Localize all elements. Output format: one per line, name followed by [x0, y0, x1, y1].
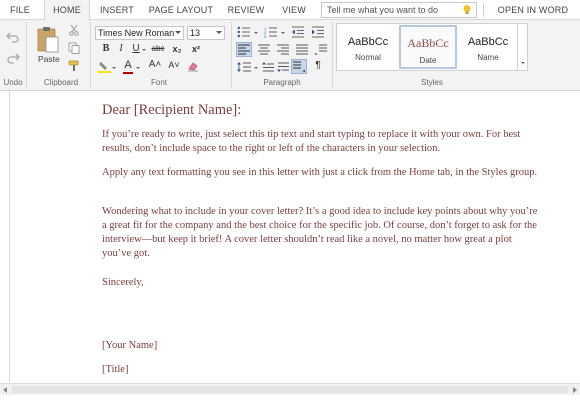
svg-text:3: 3: [264, 34, 267, 38]
undo-group-label: Undo: [3, 78, 23, 87]
space-before-icon[interactable]: [262, 61, 274, 73]
align-right-icon[interactable]: [277, 44, 289, 55]
superscript-button[interactable]: x²: [189, 42, 203, 56]
body-paragraph[interactable]: Apply any text formatting you see in thi…: [102, 166, 542, 180]
redo-icon[interactable]: [6, 52, 20, 64]
styles-more-button[interactable]: [517, 24, 527, 70]
paragraph-group-label: Paragraph: [263, 78, 301, 87]
font-color-button[interactable]: A: [121, 58, 135, 72]
body-paragraph[interactable]: If you’re ready to write, just select th…: [102, 128, 542, 156]
chevron-down-icon[interactable]: [281, 32, 285, 34]
style-name-item[interactable]: AaBbCc Name: [459, 25, 517, 69]
chevron-down-icon: [175, 31, 181, 34]
font-name-select[interactable]: Times New Roman: [95, 26, 184, 40]
salutation[interactable]: Dear [Recipient Name]:: [102, 102, 241, 119]
style-name: Name: [477, 53, 499, 62]
clipboard-group-label: Clipboard: [43, 78, 79, 87]
undo-icon[interactable]: [6, 31, 20, 43]
style-name: Date: [419, 56, 437, 65]
highlight-icon[interactable]: [98, 61, 111, 73]
tell-me-search-box[interactable]: Tell me what you want to do: [321, 2, 477, 18]
subscript-button[interactable]: x₂: [170, 42, 184, 56]
font-size-value: 13: [190, 28, 201, 38]
cut-icon[interactable]: [68, 24, 80, 36]
body-paragraph[interactable]: Wondering what to include in your cover …: [102, 205, 542, 261]
right-to-left-icon[interactable]: [293, 61, 305, 72]
strikethrough-button[interactable]: abc: [149, 42, 167, 56]
style-normal[interactable]: AaBbCc Normal: [339, 25, 397, 69]
shrink-font-button[interactable]: A˅: [167, 58, 181, 72]
italic-button[interactable]: I: [114, 42, 128, 56]
line-spacing-icon[interactable]: [237, 61, 251, 73]
chevron-down-icon: [521, 62, 525, 64]
ribbon-tab-bar: FILE HOME INSERT PAGE LAYOUT REVIEW VIEW…: [0, 0, 580, 21]
font-name-value: Times New Roman: [98, 28, 175, 38]
chevron-down-icon: [216, 31, 222, 34]
chevron-down-icon[interactable]: [136, 67, 140, 69]
chevron-down-icon[interactable]: [112, 67, 116, 69]
style-preview: AaBbCc: [407, 36, 449, 50]
styles-gallery: AaBbCc Normal AaBbCc Date AaBbCc Name: [336, 23, 528, 71]
tab-home[interactable]: HOME: [44, 0, 90, 21]
bottom-strip: [0, 395, 580, 400]
clear-formatting-icon[interactable]: [187, 61, 199, 72]
show-paragraph-marks-button[interactable]: ¶: [311, 59, 325, 73]
page-margin-line: [9, 91, 10, 383]
format-painter-icon[interactable]: [68, 60, 81, 72]
scroll-left-icon[interactable]: [3, 387, 7, 393]
underline-button[interactable]: U: [129, 42, 143, 56]
grow-font-button[interactable]: A˄: [148, 58, 162, 72]
scroll-right-icon[interactable]: [573, 387, 577, 393]
group-separator: [231, 22, 232, 88]
tab-separator: [483, 3, 484, 17]
chevron-down-icon[interactable]: [254, 32, 258, 34]
group-separator: [90, 22, 91, 88]
style-preview: AaBbCc: [347, 36, 389, 48]
align-center-icon[interactable]: [258, 44, 270, 55]
style-preview: AaBbCc: [467, 36, 509, 48]
bullets-icon[interactable]: [237, 26, 251, 38]
your-name-placeholder[interactable]: [Your Name]: [102, 339, 542, 353]
font-group-label: Font: [150, 78, 167, 87]
decrease-indent-icon[interactable]: [291, 26, 305, 38]
tab-file[interactable]: FILE: [0, 0, 40, 20]
justify-icon[interactable]: [296, 44, 308, 55]
tab-insert[interactable]: INSERT: [92, 0, 142, 20]
tab-view[interactable]: VIEW: [274, 0, 314, 20]
style-name: Normal: [355, 53, 381, 62]
chevron-down-icon[interactable]: [254, 67, 258, 69]
tab-page-layout[interactable]: PAGE LAYOUT: [145, 0, 217, 20]
tell-me-placeholder: Tell me what you want to do: [327, 5, 439, 15]
left-to-right-icon[interactable]: [315, 44, 327, 55]
bold-button[interactable]: B: [99, 42, 113, 56]
open-in-word-button[interactable]: OPEN IN WORD: [489, 0, 577, 20]
horizontal-scrollbar[interactable]: [0, 383, 580, 395]
font-color-swatch: [123, 72, 133, 74]
title-placeholder[interactable]: [Title]: [102, 363, 542, 377]
scrollbar-thumb[interactable]: [12, 386, 568, 393]
increase-indent-icon[interactable]: [311, 26, 325, 38]
paste-icon[interactable]: [36, 26, 60, 54]
tab-review[interactable]: REVIEW: [222, 0, 270, 20]
home-ribbon: Undo Paste Clipboard Times New Roman 13 …: [0, 20, 580, 91]
group-separator: [332, 22, 333, 88]
font-size-select[interactable]: 13: [187, 26, 225, 40]
paste-button-label[interactable]: Paste: [38, 54, 60, 64]
chevron-down-icon[interactable]: [142, 49, 146, 51]
align-left-icon[interactable]: [238, 44, 250, 55]
style-date[interactable]: AaBbCc Date: [399, 25, 457, 69]
lightbulb-icon: [463, 5, 471, 14]
space-after-icon[interactable]: [277, 61, 289, 73]
styles-group-label: Styles: [421, 78, 443, 87]
group-separator: [26, 22, 27, 88]
copy-icon[interactable]: [68, 42, 80, 54]
numbering-icon[interactable]: 1 2 3: [264, 26, 278, 38]
closing[interactable]: Sincerely,: [102, 276, 542, 290]
